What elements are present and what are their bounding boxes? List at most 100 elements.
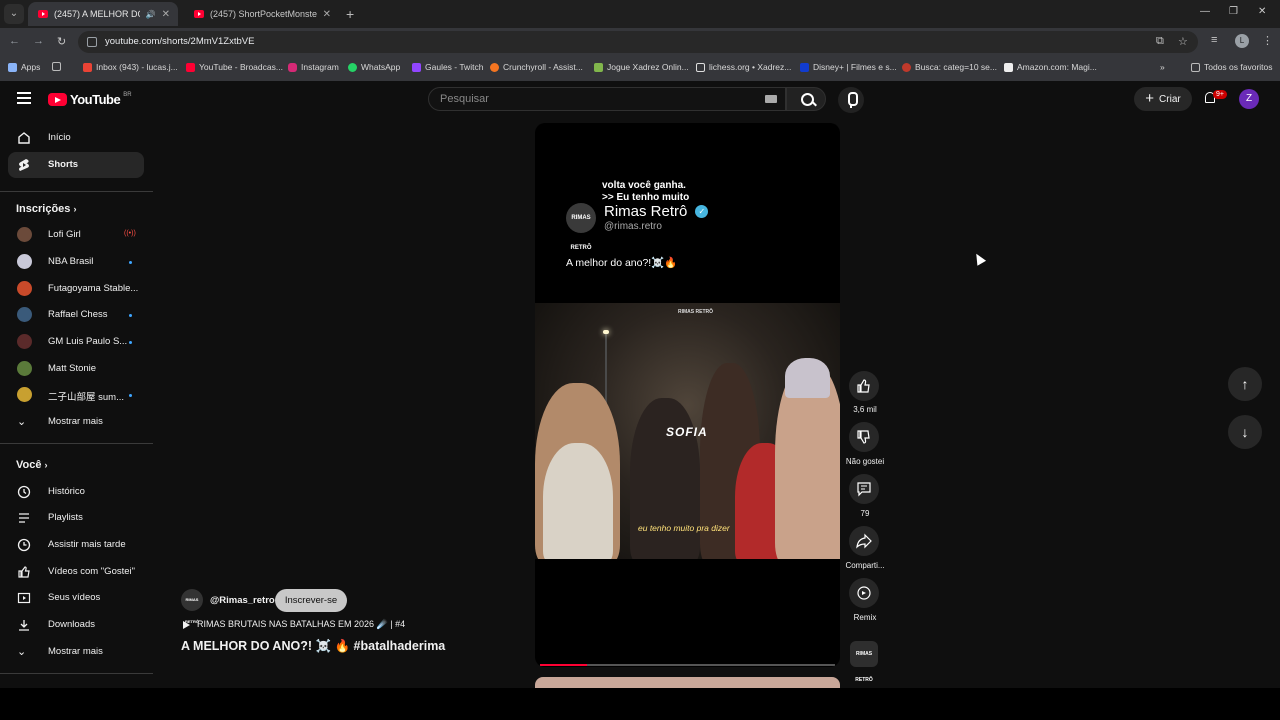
sidebar-divider	[0, 443, 153, 444]
video-progress-bar[interactable]	[540, 664, 835, 666]
browser-menu-icon[interactable]: ⋮	[1262, 34, 1273, 47]
youtube-favicon-icon	[38, 10, 48, 18]
like-button[interactable]	[849, 371, 879, 401]
dislike-button[interactable]	[849, 422, 879, 452]
video-frame: RIMAS RETRÔ SOFIA eu tenho muito pra diz…	[535, 303, 840, 559]
history-icon	[17, 485, 31, 499]
restore-icon[interactable]: ❐	[1229, 6, 1238, 17]
sidebar-item-downloads[interactable]: Downloads	[8, 612, 144, 638]
your-videos-icon	[17, 591, 31, 605]
instagram-icon	[288, 62, 297, 72]
account-avatar[interactable]: Z	[1239, 89, 1259, 109]
tab-active[interactable]: (2457) A MELHOR DO ANO 🔊 ✕	[28, 2, 178, 26]
sidebar-item-playlists[interactable]: Playlists	[8, 505, 144, 531]
video-top-text: volta você ganha. >> Eu tenho muito	[602, 180, 690, 203]
close-window-icon[interactable]: ✕	[1258, 6, 1266, 17]
sidebar: Início Shorts Inscrições › Lofi Girl ((•…	[0, 117, 153, 688]
keyboard-icon[interactable]	[765, 95, 777, 103]
sidebar-show-more-2[interactable]: ⌄ Mostrar mais	[8, 639, 144, 665]
reload-icon[interactable]: ↻	[57, 35, 66, 48]
video-subtitle: eu tenho muito pra dizer	[638, 523, 730, 533]
address-bar[interactable]: youtube.com/shorts/2MmV1ZxtbVE ⧉ ☆	[78, 31, 1198, 53]
youtube-logo[interactable]: YouTube BR	[48, 92, 132, 107]
street-lamp	[603, 330, 609, 403]
subscribe-button[interactable]: Inscrever-se	[275, 589, 347, 612]
sidebar-item-your-videos[interactable]: Seus vídeos	[8, 585, 144, 611]
bookmarks-bar: Apps Inbox (943) - lucas.j... YouTube - …	[0, 56, 1280, 81]
comments-button[interactable]	[849, 474, 879, 504]
forward-icon[interactable]: →	[33, 35, 44, 47]
all-bookmarks[interactable]: Todos os favoritos	[1191, 62, 1273, 72]
bookmark-lichess[interactable]: lichess.org • Xadrez...	[696, 62, 791, 72]
chevron-right-icon: ›	[44, 460, 48, 470]
subscriptions-heading[interactable]: Inscrições ›	[16, 203, 76, 215]
you-heading[interactable]: Você ›	[16, 459, 48, 471]
bookmark-instagram[interactable]: Instagram	[288, 62, 339, 72]
tab-close-icon[interactable]: ✕	[323, 9, 331, 20]
bookmark-chess[interactable]: Jogue Xadrez Onlin...	[594, 62, 689, 72]
bookmark-gmail[interactable]: Inbox (943) - lucas.j...	[83, 62, 178, 72]
media-controls-icon[interactable]: ≡	[1211, 34, 1217, 46]
chevron-right-icon: ›	[73, 204, 77, 214]
sidebar-item-history[interactable]: Histórico	[8, 479, 144, 505]
previous-short-button[interactable]: ↑	[1228, 367, 1262, 401]
bookmark-star-icon[interactable]: ☆	[1178, 35, 1188, 48]
remix-icon	[849, 578, 879, 608]
search-box[interactable]: Pesquisar	[428, 87, 786, 111]
next-short-preview[interactable]	[535, 677, 840, 688]
audio-source-thumbnail[interactable]: RIMAS RETRÔ	[850, 641, 878, 683]
meta-channel-avatar[interactable]: RIMAS RETRÔ	[181, 589, 203, 624]
like-count: 3,6 mil	[853, 405, 877, 414]
bookmark-crunchyroll[interactable]: Crunchyroll - Assist...	[490, 62, 583, 72]
playlist-link[interactable]: RIMAS BRUTAIS NAS BATALHAS EM 2026 ☄️ | …	[183, 619, 405, 630]
sidebar-item-nba-brasil[interactable]: NBA Brasil	[8, 249, 144, 275]
minimize-icon[interactable]: —	[1200, 6, 1210, 17]
url-text[interactable]: youtube.com/shorts/2MmV1ZxtbVE	[105, 36, 254, 47]
youtube-play-icon	[48, 93, 67, 106]
liked-icon	[17, 565, 31, 579]
tab-search-button[interactable]: ⌄	[4, 4, 24, 24]
sidebar-item-home[interactable]: Início	[8, 125, 144, 151]
install-app-icon[interactable]: ⧉	[1156, 35, 1164, 48]
tab-title: (2457) ShortPocketMonster - Yo	[210, 9, 317, 19]
meta-channel-handle[interactable]: @Rimas_retro	[210, 595, 275, 606]
browser-profile-avatar[interactable]: L	[1235, 34, 1249, 48]
bookmark-disney[interactable]: Disney+ | Filmes e s...	[800, 62, 897, 72]
sidebar-item-matt-stonie[interactable]: Matt Stonie	[8, 356, 144, 382]
site-info-icon[interactable]	[87, 37, 97, 47]
sidebar-item-raffael-chess[interactable]: Raffael Chess	[8, 302, 144, 328]
sidebar-item-shorts[interactable]: Shorts	[8, 152, 144, 178]
bookmark-grid[interactable]	[52, 62, 61, 71]
sidebar-show-more[interactable]: ⌄ Mostrar mais	[8, 409, 144, 435]
bookmark-twitch[interactable]: Gaules - Twitch	[412, 62, 483, 72]
shorts-player[interactable]: volta você ganha. >> Eu tenho muito RIMA…	[535, 123, 840, 667]
bookmark-apps[interactable]: Apps	[8, 62, 40, 72]
sidebar-item-gm-luis-paulo[interactable]: GM Luis Paulo S...	[8, 329, 144, 355]
remix-button[interactable]	[849, 578, 879, 608]
menu-icon[interactable]	[17, 92, 31, 104]
voice-search-icon[interactable]	[838, 87, 864, 113]
create-button[interactable]: + Criar	[1134, 87, 1192, 111]
sidebar-item-lofi-girl[interactable]: Lofi Girl ((•))	[8, 222, 144, 248]
back-icon[interactable]: ←	[9, 35, 20, 47]
tab-audio-icon[interactable]: 🔊	[146, 10, 156, 19]
sidebar-item-futagoyama[interactable]: Futagoyama Stable...	[8, 276, 144, 302]
bookmark-amazon[interactable]: Amazon.com: Magi...	[1004, 62, 1097, 72]
channel-avatar	[17, 361, 32, 376]
search-button[interactable]	[786, 87, 826, 111]
video-title: A MELHOR DO ANO?! ☠️ 🔥 #batalhaderima	[181, 639, 446, 653]
bookmark-busca[interactable]: Busca: categ=10 se...	[902, 62, 997, 72]
apps-grid-icon	[8, 62, 17, 72]
bookmarks-overflow-icon[interactable]: »	[1160, 62, 1165, 72]
tab-shortpocketmonster[interactable]: (2457) ShortPocketMonster - Yo ✕	[184, 2, 339, 26]
bookmark-whatsapp[interactable]: WhatsApp	[348, 62, 400, 72]
notification-badge: 9+	[1213, 90, 1227, 99]
sidebar-item-watch-later[interactable]: Assistir mais tarde	[8, 532, 144, 558]
share-button[interactable]	[849, 526, 879, 556]
tab-close-icon[interactable]: ✕	[162, 9, 170, 20]
new-tab-button[interactable]: +	[346, 6, 354, 22]
next-short-button[interactable]: ↓	[1228, 415, 1262, 449]
bookmark-youtube-broadcast[interactable]: YouTube - Broadcas...	[186, 62, 283, 72]
sidebar-item-liked-videos[interactable]: Vídeos com "Gostei"	[8, 559, 144, 585]
sidebar-item-futagoyama-beya[interactable]: 二子山部屋 sum...	[8, 382, 144, 408]
